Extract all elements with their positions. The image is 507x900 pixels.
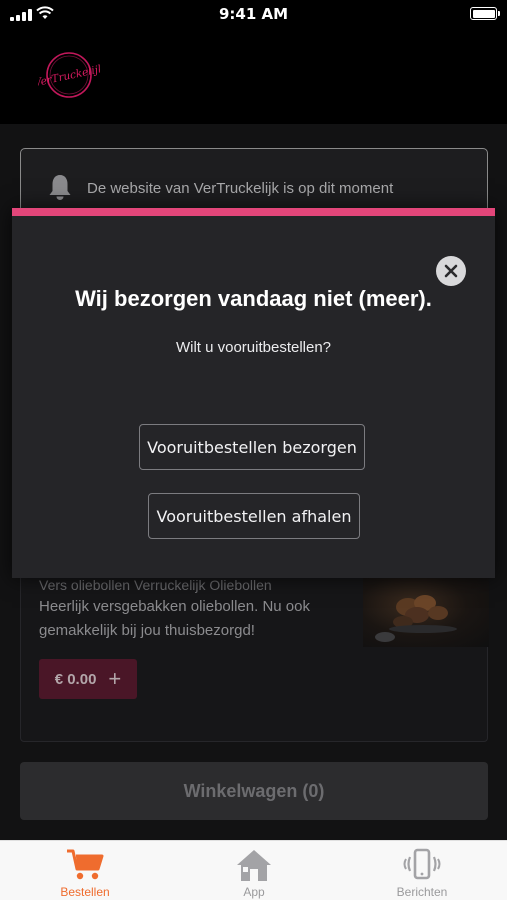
close-button[interactable] [436,256,466,286]
plus-icon: + [108,666,122,691]
status-bar: 9:41 AM [0,0,507,28]
tab-label: App [243,885,265,899]
tab-label: Bestellen [60,885,110,899]
tab-label: Berichten [396,885,448,899]
app-header: VerTruckelijk [0,28,507,124]
modal-title: Wij bezorgen vandaag niet (meer). [75,286,432,311]
phone-vibrate-icon [403,848,441,880]
notice-text: De website van VerTruckelijk is op dit m… [87,180,394,197]
preorder-delivery-button[interactable]: Vooruitbestellen bezorgen [139,424,365,470]
product-title: Vers oliebollen Verruckelijk Oliebollen [39,577,272,593]
product-image [363,577,489,647]
product-card[interactable]: Vers oliebollen Verruckelijk Oliebollen … [20,564,489,742]
cart-icon [67,849,104,880]
brand-logo[interactable]: VerTruckelijk [38,50,100,100]
svg-text:VerTruckelijk: VerTruckelijk [38,63,100,90]
tab-bar: Bestellen App Berichten [0,840,507,900]
preorder-pickup-button[interactable]: Vooruitbestellen afhalen [148,493,360,539]
preorder-modal: Wij bezorgen vandaag niet (meer). Wilt u… [12,208,495,578]
modal-subtitle: Wilt u vooruitbestellen? [175,339,332,356]
tab-berichten[interactable]: Berichten [362,841,482,900]
status-time: 9:41 AM [218,5,289,23]
cart-button[interactable]: Winkelwagen (0) [20,762,488,820]
close-icon [444,264,458,278]
battery-icon [470,7,500,20]
tab-bestellen[interactable]: Bestellen [25,841,145,900]
home-icon [237,850,271,881]
bell-icon [49,175,71,200]
tab-app[interactable]: App [194,841,314,900]
product-description: Heerlijk versgebakken oliebollen. Nu ook… [39,598,310,639]
price-label: € 0.00 [54,670,97,688]
add-to-cart-button[interactable]: € 0.00 + [39,659,137,699]
